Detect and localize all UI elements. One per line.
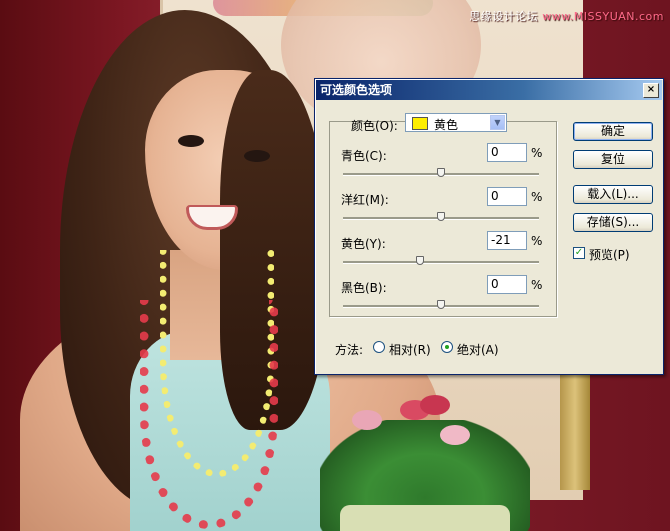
- checkmark-icon: ✓: [574, 247, 584, 258]
- absolute-radio-label[interactable]: 绝对(A): [457, 341, 499, 358]
- dialog-titlebar[interactable]: 可选颜色选项 ×: [316, 80, 662, 100]
- black-label: 黑色(B):: [341, 281, 387, 295]
- save-button[interactable]: 存储(S)...: [573, 213, 653, 232]
- watermark-site: www.MISSYUAN.com: [542, 10, 664, 23]
- cyan-slider-thumb[interactable]: [437, 168, 445, 177]
- watermark-text: 思缘设计论坛: [469, 10, 543, 23]
- colorful-necklace: [140, 300, 278, 529]
- preview-checkbox[interactable]: ✓: [573, 247, 585, 259]
- color-dropdown-value: 黄色: [434, 118, 459, 132]
- method-label: 方法:: [335, 343, 364, 357]
- model-eye-left: [178, 135, 204, 147]
- flower-bloom: [420, 395, 450, 415]
- yellow-slider-track[interactable]: [343, 256, 539, 265]
- cyan-unit: %: [531, 146, 543, 160]
- magenta-input[interactable]: 0: [487, 187, 527, 206]
- cyan-slider-track[interactable]: [343, 168, 539, 177]
- black-slider-thumb[interactable]: [437, 300, 445, 309]
- watermark: 思缘设计论坛 www.MISSYUAN.com: [469, 8, 664, 24]
- black-input[interactable]: 0: [487, 275, 527, 294]
- color-swatch: [412, 117, 428, 130]
- flower-bloom: [352, 410, 382, 430]
- color-label: 颜色(O):: [351, 119, 398, 133]
- load-button[interactable]: 载入(L)...: [573, 185, 653, 204]
- dialog-title: 可选颜色选项: [320, 83, 393, 97]
- flower-bloom: [440, 425, 470, 445]
- absolute-radio[interactable]: [441, 341, 453, 353]
- selective-color-dialog: 可选颜色选项 × 颜色(O): 黄色 ▼ 青色(C): 0 % 洋红(M): 0…: [314, 78, 664, 375]
- flower-pot: [340, 505, 510, 531]
- cyan-label: 青色(C):: [341, 149, 387, 163]
- ok-button[interactable]: 确定: [573, 122, 653, 141]
- yellow-input[interactable]: -21: [487, 231, 527, 250]
- magenta-slider-thumb[interactable]: [437, 212, 445, 221]
- preview-label[interactable]: 预览(P): [589, 246, 630, 263]
- chevron-down-icon[interactable]: ▼: [490, 115, 505, 130]
- color-dropdown[interactable]: 黄色 ▼: [405, 113, 507, 132]
- magenta-unit: %: [531, 190, 543, 204]
- cyan-input[interactable]: 0: [487, 143, 527, 162]
- yellow-unit: %: [531, 234, 543, 248]
- close-button[interactable]: ×: [643, 83, 659, 98]
- relative-radio-label[interactable]: 相对(R): [389, 341, 431, 358]
- reset-button[interactable]: 复位: [573, 150, 653, 169]
- magenta-slider-track[interactable]: [343, 212, 539, 221]
- relative-radio[interactable]: [373, 341, 385, 353]
- black-slider-track[interactable]: [343, 300, 539, 309]
- yellow-label: 黄色(Y):: [341, 237, 386, 251]
- black-unit: %: [531, 278, 543, 292]
- model-eye-right: [244, 150, 270, 162]
- magenta-label: 洋红(M):: [341, 193, 389, 207]
- close-icon: ×: [646, 84, 656, 95]
- yellow-slider-thumb[interactable]: [416, 256, 425, 265]
